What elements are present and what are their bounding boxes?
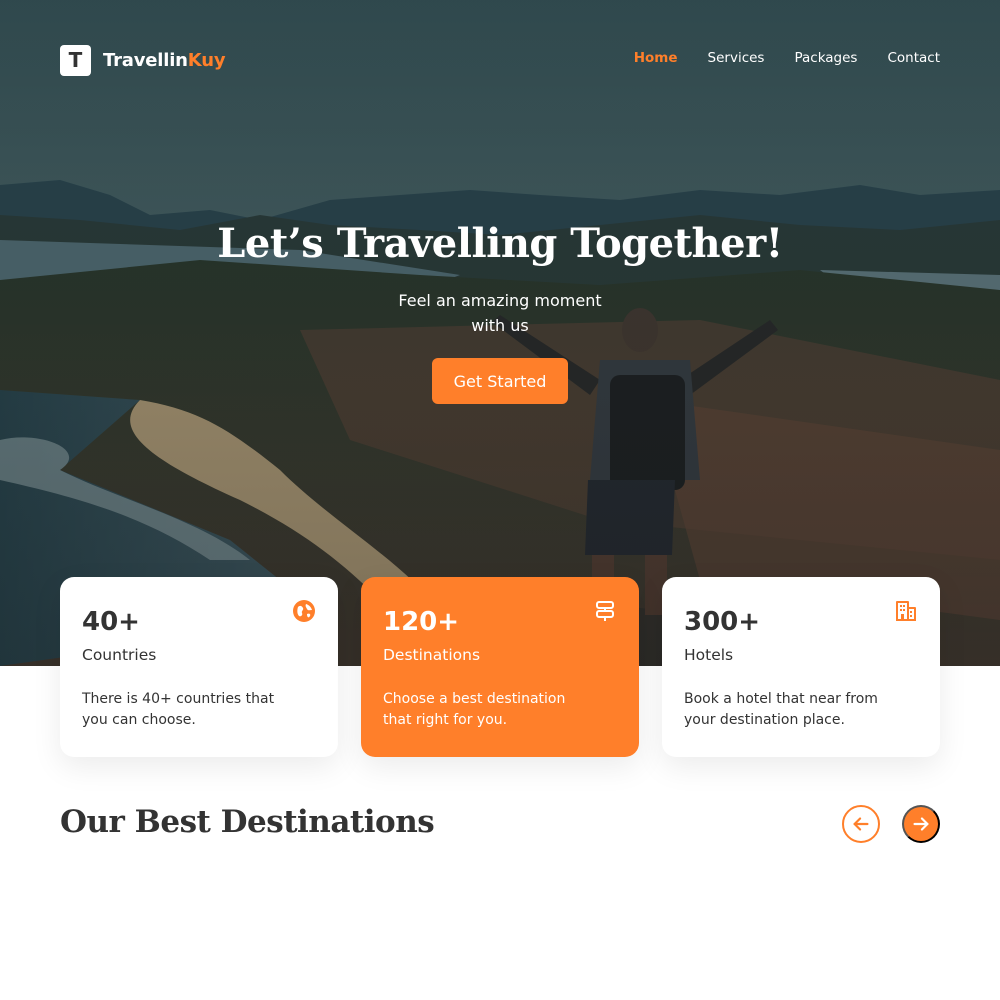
globe-icon [293, 600, 315, 622]
hero-section: T TravellinKuy Home Services Packages Co… [0, 0, 1000, 666]
building-icon [896, 601, 916, 621]
nav-link-packages[interactable]: Packages [794, 50, 857, 66]
top-navigation: T TravellinKuy Home Services Packages Co… [60, 44, 940, 76]
arrow-left-icon [853, 817, 869, 831]
brand-logo[interactable]: T TravellinKuy [60, 44, 226, 76]
stat-description: There is 40+ countries that you can choo… [82, 689, 282, 731]
hero-subtitle-line2: with us [471, 316, 529, 335]
brand-name: TravellinKuy [103, 49, 226, 71]
brand-name-part1: Travellin [103, 49, 188, 71]
stat-value: 120+ [383, 607, 460, 637]
stat-card-countries: 40+ Countries There is 40+ countries tha… [60, 577, 338, 757]
stat-description-line2: your destination place. [684, 712, 845, 728]
nav-link-contact[interactable]: Contact [887, 50, 940, 66]
nav-link-services[interactable]: Services [708, 50, 765, 66]
signpost-icon [596, 601, 614, 621]
logo-mark-icon: T [60, 44, 91, 76]
stat-description-line2: that right for you. [383, 712, 508, 728]
carousel-next-button[interactable] [902, 805, 940, 843]
main-menu: Home Services Packages Contact [634, 50, 940, 66]
brand-name-part2: Kuy [187, 49, 226, 71]
stat-description-line1: There is 40+ countries that [82, 691, 275, 707]
carousel-prev-button[interactable] [842, 805, 880, 843]
stat-label: Hotels [684, 646, 734, 664]
stat-card-destinations: 120+ Destinations Choose a best destinat… [361, 577, 639, 757]
hero-subtitle: Feel an amazing moment with us [390, 288, 610, 338]
destinations-title: Our Best Destinations [60, 804, 435, 840]
get-started-button[interactable]: Get Started [432, 358, 568, 404]
stat-card-hotels: 300+ Hotels Book a hotel that near from … [662, 577, 940, 757]
stat-description-line2: you can choose. [82, 712, 196, 728]
hero-title: Let’s Travelling Together! [217, 220, 783, 267]
arrow-right-icon [913, 817, 929, 831]
hero-subtitle-line1: Feel an amazing moment [398, 291, 602, 310]
stat-label: Countries [82, 646, 157, 664]
stat-description: Book a hotel that near from your destina… [684, 689, 884, 731]
stat-description-line1: Book a hotel that near from [684, 691, 878, 707]
stat-label: Destinations [383, 646, 481, 664]
stat-value: 40+ [82, 607, 140, 637]
stat-description: Choose a best destination that right for… [383, 689, 583, 731]
stat-description-line1: Choose a best destination [383, 691, 566, 707]
nav-link-home[interactable]: Home [634, 50, 678, 66]
stat-value: 300+ [684, 607, 761, 637]
